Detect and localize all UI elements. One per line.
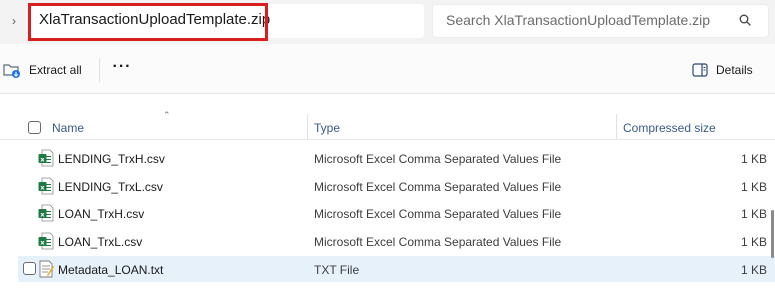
search-icon[interactable] [738,13,752,27]
text-file-icon [39,260,54,278]
breadcrumb-chevron-icon[interactable]: › [12,13,24,29]
row-checkbox[interactable] [23,262,36,275]
file-name: LENDING_TrxH.csv [58,152,165,166]
file-type: TXT File [314,263,360,277]
column-header-name[interactable]: Name [52,121,84,135]
file-name: Metadata_LOAN.txt [58,263,164,277]
file-row[interactable]: x LOAN_TrxH.csv Microsoft Excel Comma Se… [18,200,775,226]
column-header-type[interactable]: Type [314,121,340,135]
vertical-scrollbar[interactable] [771,210,774,258]
file-name: LOAN_TrxL.csv [58,235,143,249]
file-row[interactable]: x LENDING_TrxH.csv Microsoft Excel Comma… [18,145,775,171]
sort-ascending-icon: ⌃ [163,110,171,120]
details-pane-icon [692,63,708,77]
extract-all-label: Extract all [29,63,82,77]
excel-csv-icon: x [38,149,54,167]
file-row[interactable]: Metadata_LOAN.txt TXT File 1 KB [18,256,775,282]
details-button[interactable]: Details [692,58,753,82]
extract-folder-icon [3,64,20,78]
file-size: 1 KB [740,207,767,221]
details-label: Details [716,63,753,77]
file-type: Microsoft Excel Comma Separated Values F… [314,207,562,221]
file-row[interactable]: x LENDING_TrxL.csv Microsoft Excel Comma… [18,173,775,199]
more-options-button[interactable]: ··· [110,58,134,82]
search-placeholder: Search XlaTransactionUploadTemplate.zip [446,12,711,28]
file-size: 1 KB [740,235,767,249]
file-name: LOAN_TrxH.csv [58,207,145,221]
extract-all-button[interactable]: Extract all [0,58,90,82]
excel-csv-icon: x [38,232,54,250]
file-type: Microsoft Excel Comma Separated Values F… [314,152,562,166]
highlight-box [28,3,268,41]
excel-csv-icon: x [38,204,54,222]
toolbar-divider [99,58,100,82]
column-divider-name[interactable] [307,114,308,140]
select-all-checkbox[interactable] [28,121,41,134]
file-size: 1 KB [740,152,767,166]
file-type: Microsoft Excel Comma Separated Values F… [314,235,562,249]
file-row[interactable]: x LOAN_TrxL.csv Microsoft Excel Comma Se… [18,228,775,254]
file-size: 1 KB [740,263,767,277]
column-divider-type[interactable] [616,114,617,140]
column-header-compressed-size[interactable]: Compressed size [623,121,716,135]
excel-csv-icon: x [38,177,54,195]
file-size: 1 KB [740,180,767,194]
file-type: Microsoft Excel Comma Separated Values F… [314,180,562,194]
file-name: LENDING_TrxL.csv [58,180,163,194]
